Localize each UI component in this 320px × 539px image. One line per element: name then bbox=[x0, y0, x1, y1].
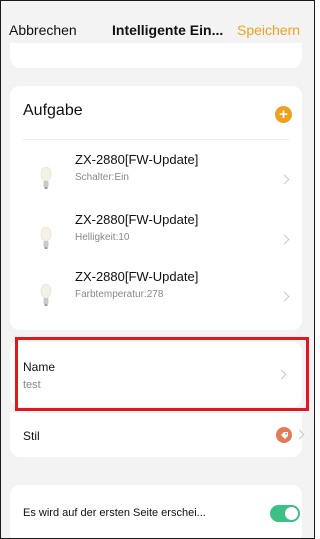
divider bbox=[23, 139, 289, 140]
task-detail: Farbtemperatur:278 bbox=[75, 289, 164, 300]
task-name: ZX-2880[FW-Update] bbox=[75, 269, 199, 284]
task-detail: Helligkeit:10 bbox=[75, 232, 130, 243]
cancel-button[interactable]: Abbrechen bbox=[9, 22, 77, 38]
show-on-home-toggle[interactable] bbox=[270, 505, 300, 522]
toggle-label: Es wird auf der ersten Seite erschei... bbox=[23, 507, 206, 519]
bulb-icon bbox=[40, 283, 52, 306]
top-bar: Abbrechen Intelligente Ein... Speichern bbox=[1, 1, 314, 47]
bulb-icon bbox=[40, 166, 52, 189]
chevron-right-icon bbox=[279, 291, 290, 302]
tasks-heading: Aufgabe bbox=[23, 102, 83, 119]
plus-icon: + bbox=[279, 106, 288, 123]
bulb-icon bbox=[40, 226, 52, 249]
chevron-right-icon bbox=[279, 174, 290, 185]
top-card-remnant bbox=[10, 43, 302, 68]
task-name: ZX-2880[FW-Update] bbox=[75, 212, 199, 227]
scene-editor-screen: Abbrechen Intelligente Ein... Speichern … bbox=[0, 0, 315, 539]
page-title: Intelligente Ein... bbox=[112, 22, 224, 38]
tasks-card: Aufgabe + ZX-2880[FW-Update] Schalter:Ei… bbox=[10, 86, 302, 330]
chevron-right-icon bbox=[294, 429, 305, 440]
task-item[interactable]: ZX-2880[FW-Update] Helligkeit:10 bbox=[10, 212, 302, 266]
task-item[interactable]: ZX-2880[FW-Update] Farbtemperatur:278 bbox=[10, 269, 302, 323]
task-item[interactable]: ZX-2880[FW-Update] Schalter:Ein bbox=[10, 152, 302, 206]
tag-icon bbox=[276, 427, 292, 443]
add-task-button[interactable]: + bbox=[275, 106, 292, 123]
home-page-toggle-row: Es wird auf der ersten Seite erschei... bbox=[10, 485, 302, 538]
task-detail: Schalter:Ein bbox=[75, 172, 129, 183]
task-name: ZX-2880[FW-Update] bbox=[75, 152, 199, 167]
highlight-box bbox=[15, 337, 309, 411]
style-row[interactable]: Stil bbox=[10, 413, 305, 457]
toggle-knob bbox=[285, 507, 298, 520]
chevron-right-icon bbox=[279, 234, 290, 245]
save-button[interactable]: Speichern bbox=[237, 22, 300, 38]
style-label: Stil bbox=[23, 429, 40, 443]
